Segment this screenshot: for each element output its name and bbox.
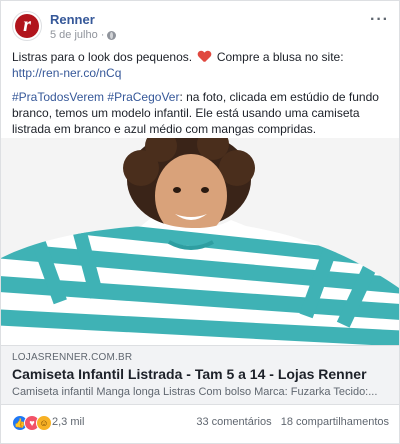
more-options-icon[interactable]: ··· [370,11,389,29]
comments-count[interactable]: 33 comentários [196,416,271,428]
post-text: Listras para o look dos pequenos. Compre… [12,49,384,145]
link-preview[interactable]: LOJASRENNER.COM.BR Camiseta Infantil Lis… [1,345,399,405]
heart-emoji-icon [198,51,210,62]
globe-icon [107,30,117,40]
link-description: Camiseta infantil Manga longa Listras Co… [12,386,378,398]
post-header: r Renner 5 de julho · ··· [12,11,389,43]
link-title[interactable]: Camiseta Infantil Listrada - Tam 5 a 14 … [12,366,367,382]
reactions-summary[interactable]: 👍 ♥ ☺ [12,415,52,431]
post-date[interactable]: 5 de julho [50,29,98,41]
reaction-count[interactable]: 2,3 mil [52,416,84,428]
engagement-counts: 33 comentários 18 compartilhamentos [196,416,389,428]
shares-count[interactable]: 18 compartilhamentos [281,416,389,428]
hashtag-pratodosverem[interactable]: #PraTodosVerem [12,90,104,104]
post-text-part1: Listras para o look dos pequenos. [12,50,193,64]
page-name-link[interactable]: Renner [50,12,95,27]
post-meta: 5 de julho · [50,29,117,41]
post-footer: 👍 ♥ ☺ 2,3 mil 33 comentários 18 comparti… [12,414,389,432]
haha-reaction-icon: ☺ [36,415,52,431]
post-photo[interactable] [1,138,399,345]
post-card: r Renner 5 de julho · ··· Listras para o… [0,0,400,444]
child-model-image [1,138,399,345]
product-link[interactable]: http://ren-ner.co/nCq [12,66,121,80]
renner-logo: r [15,14,39,38]
hashtag-pracegover[interactable]: #PraCegoVer [107,90,179,104]
page-avatar[interactable]: r [12,11,42,41]
link-domain: LOJASRENNER.COM.BR [12,352,133,363]
post-text-part2: Compre a blusa no site: [216,50,344,64]
